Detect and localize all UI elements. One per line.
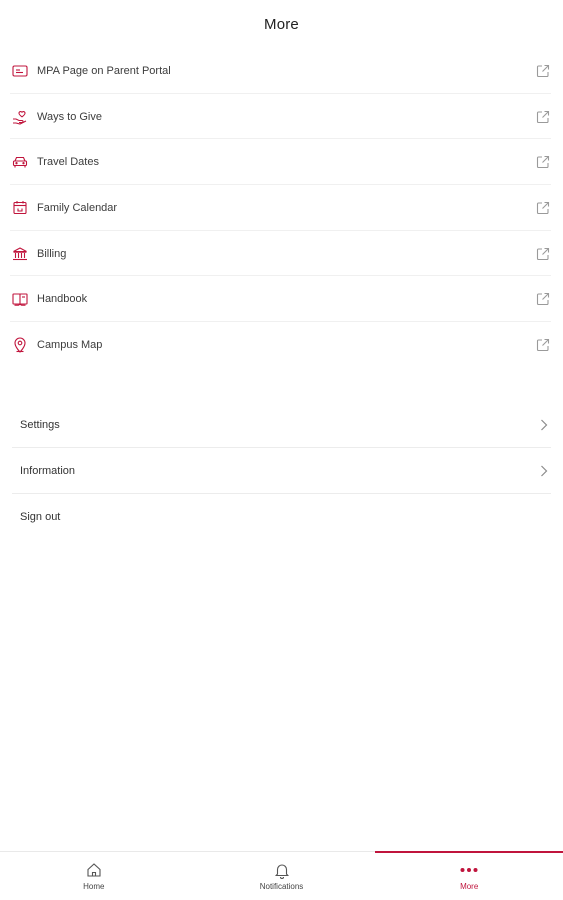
- link-label: MPA Page on Parent Portal: [37, 64, 171, 77]
- more-screen: More MPA Page on Parent Portal Ways to G…: [0, 0, 563, 900]
- bank-icon: [11, 245, 29, 263]
- map-pin-icon: [11, 336, 29, 354]
- chevron-right-icon: [537, 418, 551, 432]
- settings-list: Settings Information Sign out: [0, 402, 563, 540]
- chevron-right-icon: [537, 464, 551, 478]
- external-link-icon: [535, 291, 551, 307]
- link-label: Family Calendar: [37, 201, 118, 214]
- external-link-icon: [535, 109, 551, 125]
- external-link-icon: [535, 337, 551, 353]
- link-family-calendar[interactable]: Family Calendar: [0, 185, 563, 231]
- settings-label: Settings: [20, 418, 60, 431]
- information-label: Information: [20, 464, 76, 477]
- link-travel-dates[interactable]: Travel Dates: [0, 139, 563, 185]
- link-label: Billing: [37, 247, 67, 260]
- link-billing[interactable]: Billing: [0, 231, 563, 277]
- external-link-icon: [535, 154, 551, 170]
- tab-label: More: [460, 882, 479, 891]
- id-card-icon: [11, 62, 29, 80]
- header: More: [0, 0, 563, 48]
- car-icon: [11, 153, 29, 171]
- sign-out-button[interactable]: Sign out: [0, 494, 563, 540]
- link-mpa-parent-portal[interactable]: MPA Page on Parent Portal: [0, 48, 563, 94]
- external-link-icon: [535, 246, 551, 262]
- link-handbook[interactable]: Handbook: [0, 276, 563, 322]
- link-label: Campus Map: [37, 338, 103, 351]
- heart-hands-icon: [11, 108, 29, 126]
- page-title: More: [264, 15, 299, 33]
- tab-notifications[interactable]: Notifications: [188, 852, 376, 900]
- external-link-icon: [535, 200, 551, 216]
- link-label: Travel Dates: [37, 156, 99, 169]
- bottom-tab-bar: Home Notifications More: [0, 851, 563, 900]
- tab-more[interactable]: More: [375, 851, 563, 900]
- link-label: Ways to Give: [37, 110, 102, 123]
- sign-out-label: Sign out: [20, 510, 61, 523]
- calendar-icon: [11, 199, 29, 217]
- more-dots-icon: [459, 861, 479, 879]
- link-campus-map[interactable]: Campus Map: [0, 322, 563, 368]
- external-links-list: MPA Page on Parent Portal Ways to Give T…: [0, 48, 563, 368]
- book-icon: [11, 290, 29, 308]
- settings-item[interactable]: Settings: [0, 402, 563, 448]
- tab-label: Notifications: [259, 882, 304, 891]
- information-item[interactable]: Information: [0, 448, 563, 494]
- tab-label: Home: [83, 882, 105, 891]
- external-link-icon: [535, 63, 551, 79]
- link-label: Handbook: [37, 293, 88, 306]
- link-ways-to-give[interactable]: Ways to Give: [0, 94, 563, 140]
- bell-icon: [272, 861, 292, 879]
- tab-home[interactable]: Home: [0, 852, 188, 900]
- home-icon: [84, 861, 104, 879]
